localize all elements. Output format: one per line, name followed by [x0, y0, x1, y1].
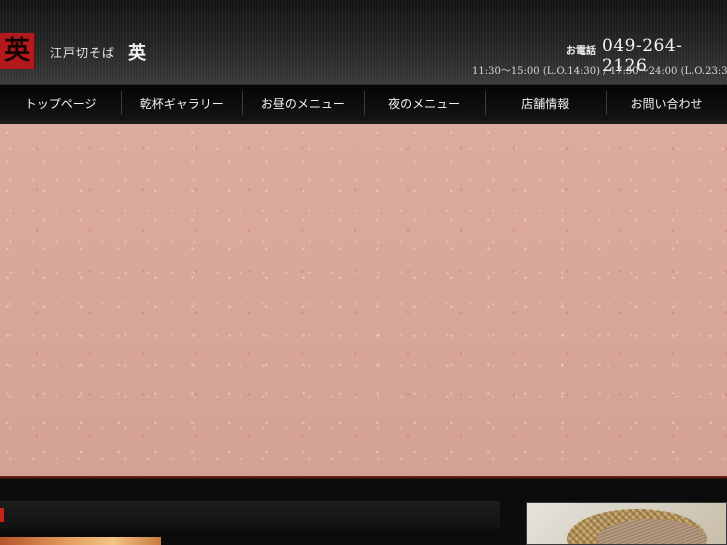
hero-banner: [0, 124, 727, 476]
nav-item-lunch-menu[interactable]: お昼のメニュー: [242, 85, 363, 121]
food-photo-left: [0, 537, 161, 545]
nav-item-gallery[interactable]: 乾杯ギャラリー: [121, 85, 242, 121]
nav-item-top[interactable]: トップページ: [0, 85, 121, 121]
section-heading-bar: [0, 501, 500, 529]
logo-title[interactable]: 英: [128, 39, 146, 65]
main-nav: トップページ 乾杯ギャラリー お昼のメニュー 夜のメニュー 店舗情報 お問い合わ…: [0, 84, 727, 121]
section-heading-marker: [0, 508, 4, 522]
nav-item-store-info[interactable]: 店舗情報: [484, 85, 606, 121]
soba-photo[interactable]: [526, 502, 727, 545]
logo-mark[interactable]: 英: [0, 33, 35, 69]
nav-item-contact[interactable]: お問い合わせ: [605, 85, 727, 121]
business-hours: 11:30〜15:00 (L.O.14:30) / 17:30〜24:00 (L…: [472, 66, 727, 77]
nav-item-dinner-menu[interactable]: 夜のメニュー: [363, 85, 485, 121]
hero-bottom-border: [0, 476, 727, 479]
logo-subtitle: 江戸切そば: [50, 46, 116, 60]
phone-label: お電話: [566, 46, 596, 57]
site-header: 英 江戸切そば 英 お電話 049-264-2126 11:30〜15:00 (…: [0, 0, 727, 84]
